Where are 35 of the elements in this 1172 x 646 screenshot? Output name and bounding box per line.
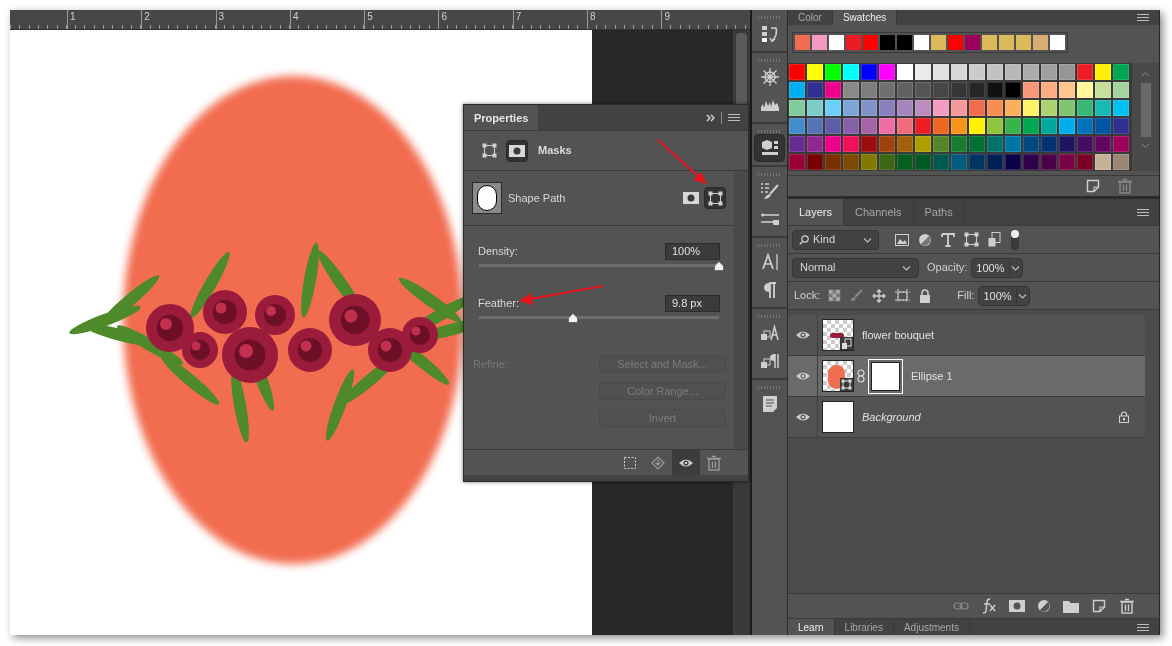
density-field[interactable]: 100% — [665, 243, 720, 260]
blend-mode-dropdown[interactable]: Normal — [792, 257, 919, 278]
layer-row[interactable]: flower bouquet — [788, 315, 1145, 356]
ruler-label: 9 — [661, 10, 736, 29]
panel-tab[interactable]: Layers — [788, 199, 845, 225]
ruler-label: 5 — [364, 10, 439, 29]
ruler-label: 4 — [289, 10, 365, 29]
panel-tab[interactable]: Adjustments — [893, 619, 970, 635]
fill-label: Fill: — [957, 288, 975, 304]
section-title: Masks — [538, 143, 572, 159]
ruler-label: 6 — [438, 10, 513, 29]
ruler-label: 7 — [512, 10, 588, 29]
density-label: Density: — [478, 244, 518, 260]
layer-name: flower bouquet — [862, 327, 935, 343]
layer-row[interactable]: Background — [788, 397, 1145, 438]
mask-type-label: Shape Path — [508, 190, 566, 206]
panel-tab[interactable]: Paths — [913, 199, 965, 225]
panel-tab[interactable]: Color — [788, 10, 833, 25]
layer-name: Ellipse 1 — [911, 368, 953, 384]
panel-tab[interactable]: Properties — [464, 105, 539, 130]
panel-tab[interactable]: Learn — [788, 619, 835, 635]
layer-name: Background — [862, 409, 921, 425]
filter-dropdown[interactable]: Kind — [792, 229, 879, 250]
ruler-label: 3 — [215, 10, 290, 29]
feather-field[interactable]: 9.8 px — [665, 295, 720, 312]
panel-tab[interactable]: Channels — [844, 199, 914, 225]
lock-label: Lock: — [794, 288, 821, 304]
ruler-label: 1 — [67, 10, 142, 29]
feather-label: Feather: — [478, 296, 519, 312]
opacity-label: Opacity: — [927, 260, 968, 276]
panel-tab[interactable]: Libraries — [834, 619, 894, 635]
layer-row[interactable]: Ellipse 1 — [788, 356, 1145, 397]
panel-tab[interactable]: Swatches — [832, 10, 898, 25]
ruler-label: 8 — [587, 10, 662, 29]
ruler-label: 2 — [141, 10, 216, 29]
